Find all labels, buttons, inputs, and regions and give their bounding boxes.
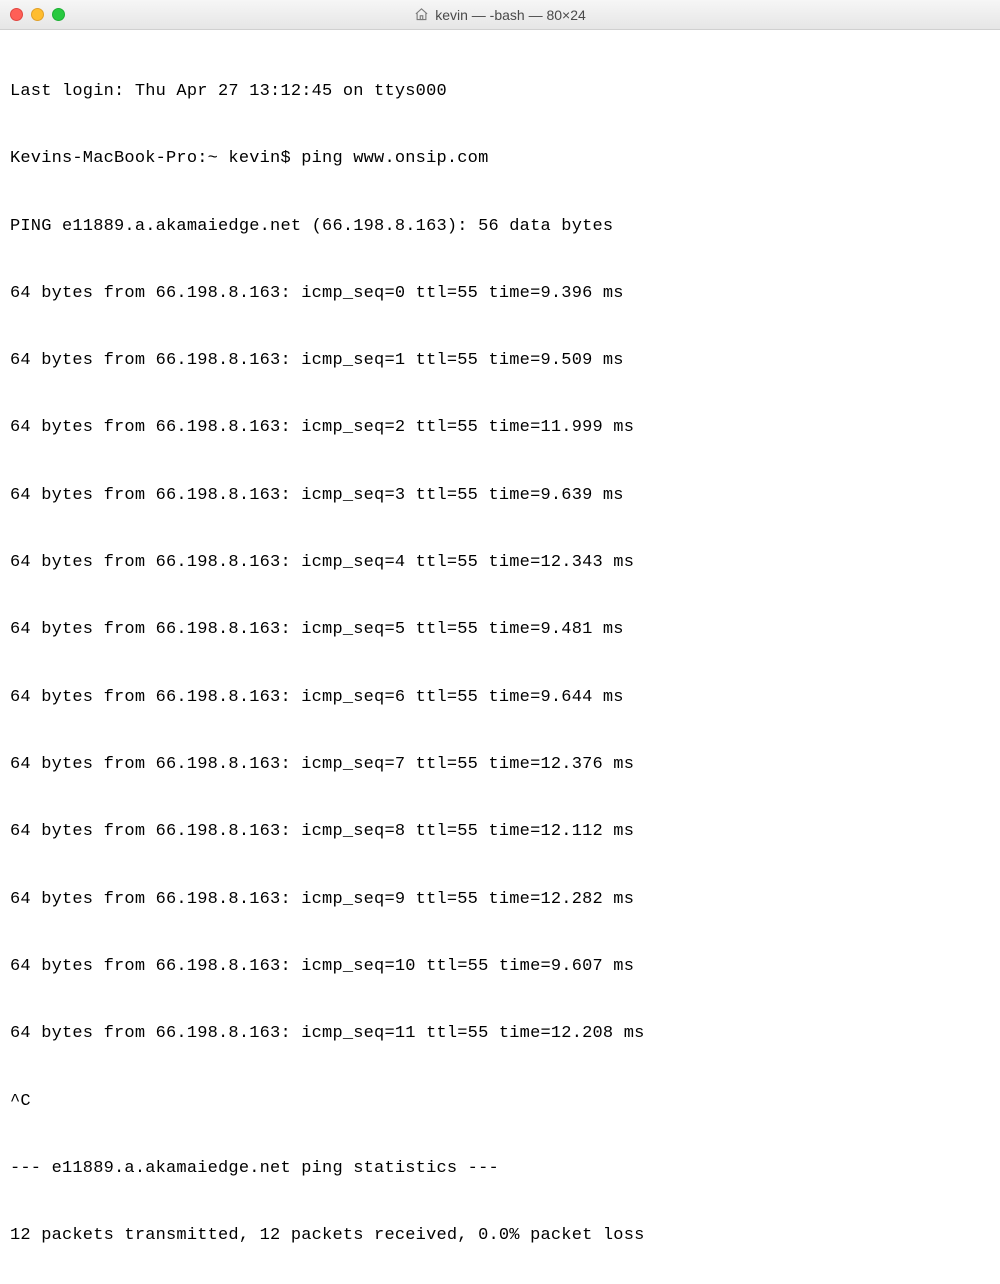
terminal-line: 64 bytes from 66.198.8.163: icmp_seq=8 t… <box>10 821 990 843</box>
terminal-line: 64 bytes from 66.198.8.163: icmp_seq=2 t… <box>10 417 990 439</box>
terminal-line: 12 packets transmitted, 12 packets recei… <box>10 1225 990 1247</box>
traffic-lights <box>10 8 65 21</box>
terminal-line: 64 bytes from 66.198.8.163: icmp_seq=5 t… <box>10 619 990 641</box>
terminal-line: --- e11889.a.akamaiedge.net ping statist… <box>10 1158 990 1180</box>
close-button[interactable] <box>10 8 23 21</box>
terminal-line: PING e11889.a.akamaiedge.net (66.198.8.1… <box>10 216 990 238</box>
terminal-line: 64 bytes from 66.198.8.163: icmp_seq=11 … <box>10 1023 990 1045</box>
terminal-line: 64 bytes from 66.198.8.163: icmp_seq=1 t… <box>10 350 990 372</box>
minimize-button[interactable] <box>31 8 44 21</box>
terminal-line: 64 bytes from 66.198.8.163: icmp_seq=9 t… <box>10 889 990 911</box>
terminal-line: Last login: Thu Apr 27 13:12:45 on ttys0… <box>10 81 990 103</box>
maximize-button[interactable] <box>52 8 65 21</box>
home-icon <box>414 7 429 22</box>
terminal-line: Kevins-MacBook-Pro:~ kevin$ ping www.ons… <box>10 148 990 170</box>
terminal-line: ^C <box>10 1091 990 1113</box>
terminal-line: 64 bytes from 66.198.8.163: icmp_seq=10 … <box>10 956 990 978</box>
terminal-line: 64 bytes from 66.198.8.163: icmp_seq=0 t… <box>10 283 990 305</box>
window-title-text: kevin — -bash — 80×24 <box>435 7 586 23</box>
terminal-output[interactable]: Last login: Thu Apr 27 13:12:45 on ttys0… <box>0 30 1000 1284</box>
terminal-line: 64 bytes from 66.198.8.163: icmp_seq=6 t… <box>10 687 990 709</box>
window-title: kevin — -bash — 80×24 <box>0 7 1000 23</box>
terminal-line: 64 bytes from 66.198.8.163: icmp_seq=4 t… <box>10 552 990 574</box>
terminal-line: 64 bytes from 66.198.8.163: icmp_seq=7 t… <box>10 754 990 776</box>
window-titlebar: kevin — -bash — 80×24 <box>0 0 1000 30</box>
terminal-line: 64 bytes from 66.198.8.163: icmp_seq=3 t… <box>10 485 990 507</box>
